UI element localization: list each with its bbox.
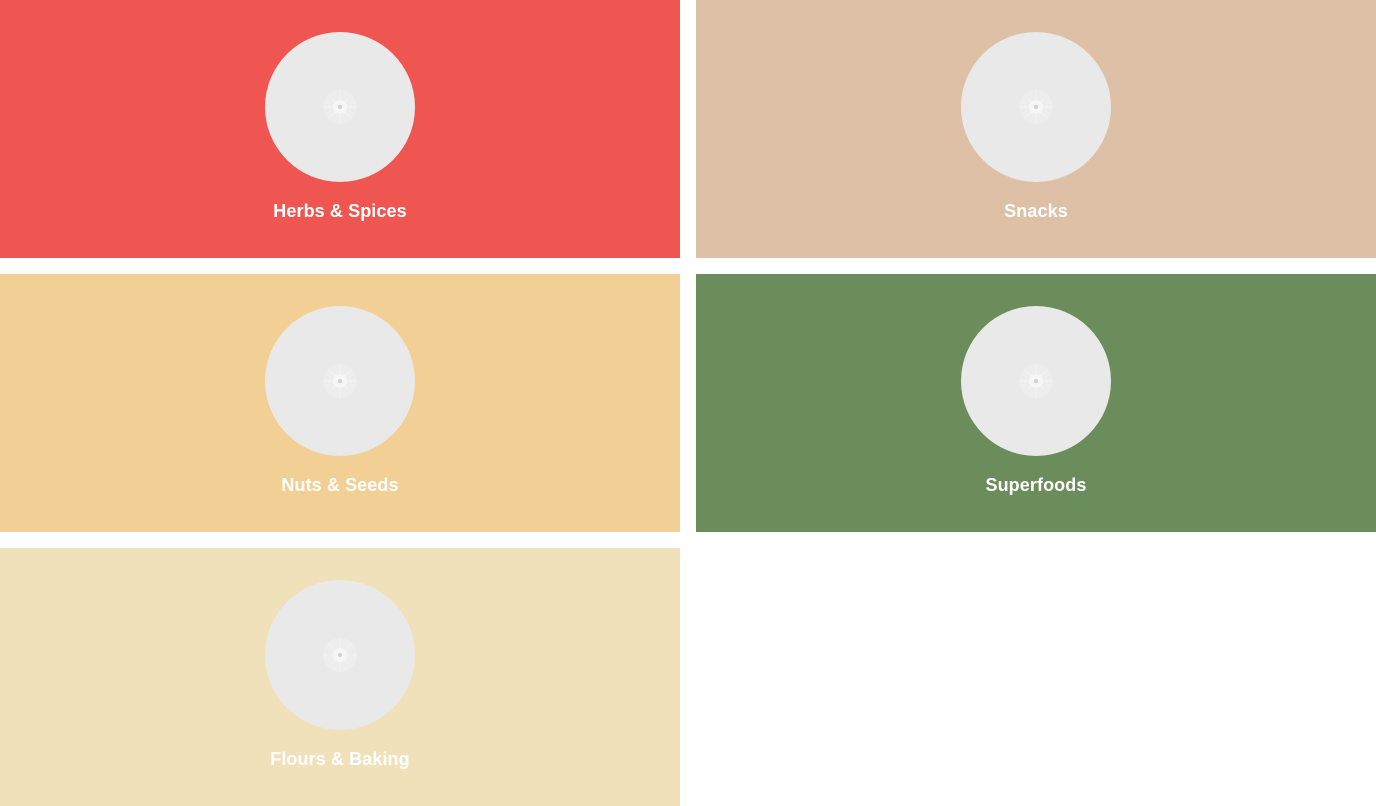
category-image [265, 306, 415, 456]
category-image [265, 580, 415, 730]
category-grid: Herbs & Spices Snacks Nuts & Seeds Super… [0, 0, 1376, 806]
category-tile-nuts-seeds[interactable]: Nuts & Seeds [0, 274, 680, 532]
category-label: Nuts & Seeds [281, 475, 399, 495]
category-image [961, 306, 1111, 456]
category-tile-snacks[interactable]: Snacks [696, 0, 1376, 258]
image-placeholder-icon [323, 638, 357, 672]
category-image [265, 32, 415, 182]
category-label: Snacks [1004, 201, 1068, 221]
category-tile-herbs-spices[interactable]: Herbs & Spices [0, 0, 680, 258]
category-label: Flours & Baking [270, 749, 410, 769]
image-placeholder-icon [1019, 364, 1053, 398]
category-label: Superfoods [985, 475, 1087, 495]
image-placeholder-icon [1019, 90, 1053, 124]
category-tile-superfoods[interactable]: Superfoods [696, 274, 1376, 532]
category-image [961, 32, 1111, 182]
category-tile-flours-baking[interactable]: Flours & Baking [0, 548, 680, 806]
image-placeholder-icon [323, 364, 357, 398]
image-placeholder-icon [323, 90, 357, 124]
category-label: Herbs & Spices [273, 201, 407, 221]
